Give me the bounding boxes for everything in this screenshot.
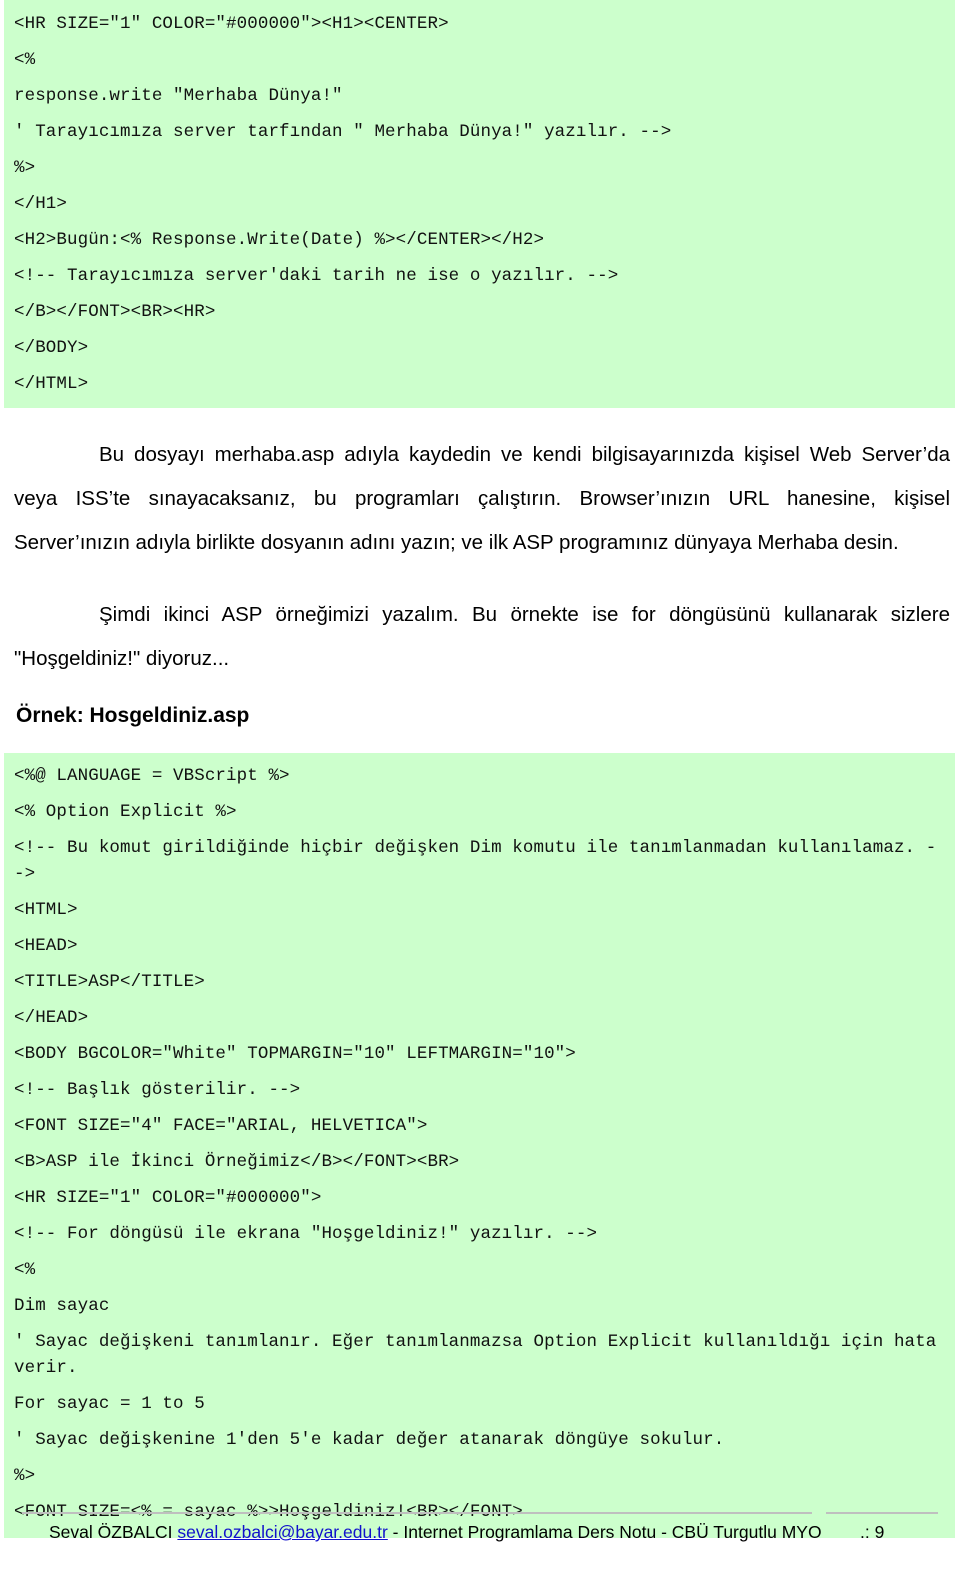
footer-description: - Internet Programlama Ders Notu - CBÜ T…	[392, 1522, 822, 1542]
footer-email-link[interactable]: seval.ozbalci@bayar.edu.tr	[177, 1522, 387, 1542]
footer-author: Seval ÖZBALCI	[49, 1522, 173, 1542]
code-line: ' Tarayıcımıza server tarfından " Merhab…	[14, 122, 672, 142]
code-line: ' Sayac değişkeni tanımlanır. Eğer tanım…	[14, 1332, 947, 1378]
code-line: </B></FONT><BR><HR>	[14, 302, 216, 322]
code-line: </H1>	[14, 194, 68, 214]
code-line: response.write "Merhaba Dünya!"	[14, 86, 343, 106]
code-line: <HR SIZE="1" COLOR="#000000"><H1><CENTER…	[14, 14, 449, 34]
code-line: </HTML>	[14, 374, 89, 394]
code-block-asp-merhaba: <HR SIZE="1" COLOR="#000000"><H1><CENTER…	[4, 0, 955, 408]
code-line: <!-- Bu komut girildiğinde hiçbir değişk…	[14, 838, 937, 884]
footer-divider-left	[22, 1512, 812, 1514]
code-line: <HEAD>	[14, 936, 78, 956]
code-line: </HEAD>	[14, 1008, 89, 1028]
code-line: <!-- Başlık gösterilir. -->	[14, 1080, 301, 1100]
code-block-asp-hosgeldiniz: <%@ LANGUAGE = VBScript %> <% Option Exp…	[4, 753, 955, 1538]
code-line: <!-- Tarayıcımıza server'daki tarih ne i…	[14, 266, 619, 286]
code-line: <FONT SIZE="4" FACE="ARIAL, HELVETICA">	[14, 1116, 428, 1136]
code-line: <TITLE>ASP</TITLE>	[14, 972, 205, 992]
paragraph-merhaba-instructions: Bu dosyayı merhaba.asp adıyla kaydedin v…	[14, 443, 950, 554]
code-line: <%	[14, 50, 36, 70]
footer-credit: Seval ÖZBALCI seval.ozbalci@bayar.edu.tr…	[49, 1520, 822, 1544]
code-line: <!-- For döngüsü ile ekrana "Hoşgeldiniz…	[14, 1224, 598, 1244]
code-line: </BODY>	[14, 338, 89, 358]
code-line: ' Sayac değişkenine 1'den 5'e kadar değe…	[14, 1430, 725, 1450]
code-line: For sayac = 1 to 5	[14, 1394, 205, 1414]
footer-divider-group	[0, 1512, 960, 1515]
code-line: <B>ASP ile İkinci Örneğimiz</B></FONT><B…	[14, 1152, 460, 1172]
code-line: <%	[14, 1260, 36, 1280]
page-number: .: 9	[860, 1522, 885, 1542]
page-footer: Seval ÖZBALCI seval.ozbalci@bayar.edu.tr…	[0, 1502, 960, 1572]
code-line: %>	[14, 158, 36, 178]
subheading-ornek-hosgeldiniz: Örnek: Hosgeldiniz.asp	[16, 704, 250, 727]
code-line: <% Option Explicit %>	[14, 802, 237, 822]
footer-divider-right	[826, 1512, 938, 1514]
code-line: <HR SIZE="1" COLOR="#000000">	[14, 1188, 322, 1208]
code-line: <BODY BGCOLOR="White" TOPMARGIN="10" LEF…	[14, 1044, 576, 1064]
document-page: <HR SIZE="1" COLOR="#000000"><H1><CENTER…	[0, 0, 960, 1572]
code-line: %>	[14, 1466, 36, 1486]
code-line: <H2>Bugün:<% Response.Write(Date) %></CE…	[14, 230, 545, 250]
code-line: <%@ LANGUAGE = VBScript %>	[14, 766, 290, 786]
code-line: <HTML>	[14, 900, 78, 920]
code-line: Dim sayac	[14, 1296, 110, 1316]
paragraph-hosgeldiniz-intro: Şimdi ikinci ASP örneğimizi yazalım. Bu …	[14, 603, 950, 670]
